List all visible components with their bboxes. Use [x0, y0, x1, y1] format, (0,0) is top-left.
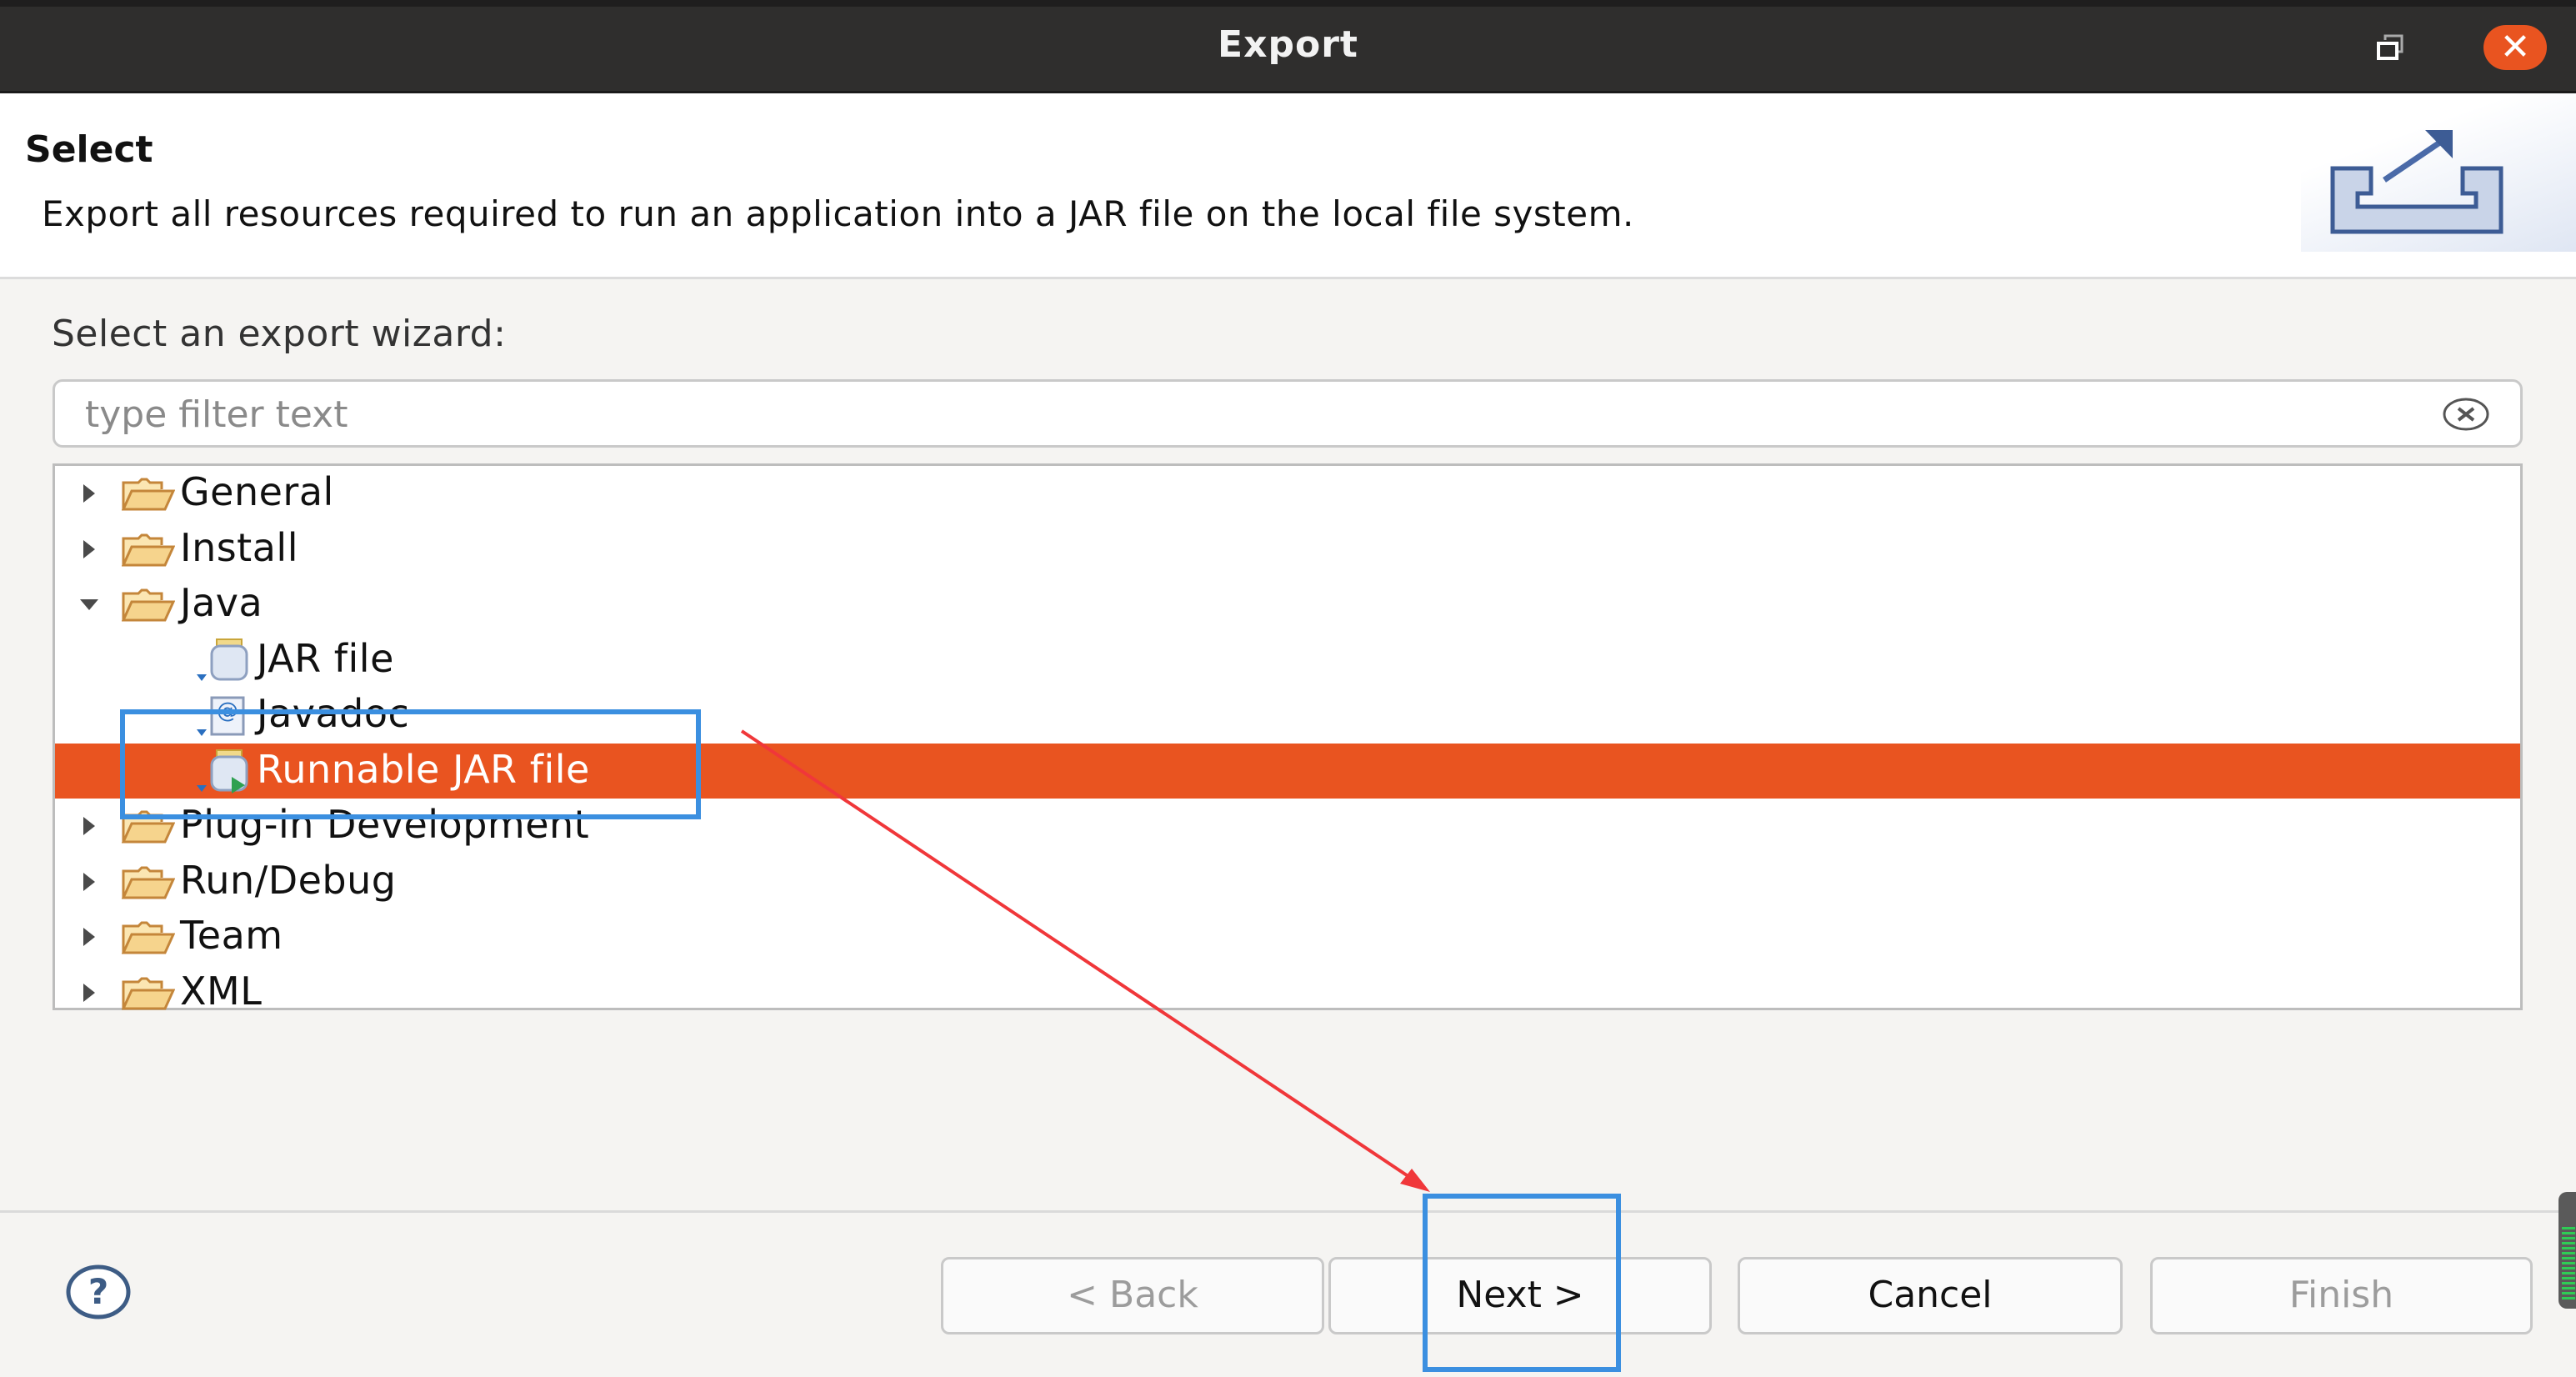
- tree-item[interactable]: XML: [55, 965, 2520, 1020]
- tree-item[interactable]: General: [55, 466, 2520, 521]
- chevron-right-icon[interactable]: [80, 983, 98, 1002]
- tree-item-label: Run/Debug: [180, 857, 397, 903]
- annotation-box-next: [1423, 1194, 1621, 1372]
- help-icon: ?: [66, 1264, 131, 1319]
- battery-indicator: [2558, 1192, 2576, 1309]
- folder-icon: [122, 478, 175, 511]
- chevron-right-icon[interactable]: [80, 872, 98, 891]
- wizard-banner: Select Export all resources required to …: [0, 93, 2576, 279]
- export-wizard-icon: [2330, 130, 2503, 234]
- annotation-box-runnable-jar: [120, 709, 701, 819]
- folder-icon: [122, 533, 175, 566]
- tree-item-label: General: [180, 469, 334, 514]
- tree-item-label: JAR file: [257, 635, 394, 681]
- folder-icon: [122, 921, 175, 954]
- finish-button[interactable]: Finish: [2150, 1257, 2533, 1334]
- chevron-right-icon[interactable]: [80, 484, 98, 503]
- filter-input[interactable]: [83, 388, 2420, 440]
- cancel-button[interactable]: Cancel: [1738, 1257, 2123, 1334]
- tree-item[interactable]: Run/Debug: [55, 854, 2520, 909]
- tree-item-label: Java: [180, 580, 263, 625]
- clear-filter-icon[interactable]: [2442, 397, 2490, 432]
- close-button[interactable]: ✕: [2483, 25, 2547, 70]
- back-button[interactable]: < Back: [941, 1257, 1324, 1334]
- wizard-list-label: Select an export wizard:: [52, 313, 507, 355]
- window-title: Export: [1218, 23, 1358, 66]
- filter-field[interactable]: [53, 379, 2523, 448]
- tree-item[interactable]: Install: [55, 522, 2520, 577]
- page-heading: Select: [25, 128, 153, 171]
- chevron-right-icon[interactable]: [80, 817, 98, 835]
- folder-icon: [122, 977, 175, 1009]
- tree-item-label: Install: [180, 524, 298, 570]
- battery-level: [2562, 1227, 2575, 1302]
- tree-item-label: XML: [180, 968, 263, 1014]
- svg-text:?: ?: [88, 1271, 108, 1312]
- help-button[interactable]: ?: [65, 1263, 132, 1321]
- tree-item[interactable]: Team: [55, 909, 2520, 964]
- jar-icon: [197, 638, 248, 681]
- chevron-right-icon[interactable]: [80, 928, 98, 946]
- tree-item-label: Team: [180, 913, 283, 958]
- folder-icon: [122, 588, 175, 622]
- page-description: Export all resources required to run an …: [42, 193, 1634, 234]
- chevron-down-icon[interactable]: [80, 595, 98, 613]
- tree-item[interactable]: Java: [55, 577, 2520, 632]
- chevron-right-icon[interactable]: [80, 539, 98, 558]
- tree-item[interactable]: JAR file: [55, 633, 2520, 688]
- restore-window-button[interactable]: [2377, 33, 2405, 62]
- folder-icon: [122, 866, 175, 899]
- footer-divider: [0, 1210, 2576, 1213]
- restore-window-icon: [2377, 34, 2403, 60]
- close-icon: ✕: [2499, 26, 2531, 68]
- annotation-arrow-head: [1400, 1169, 1430, 1192]
